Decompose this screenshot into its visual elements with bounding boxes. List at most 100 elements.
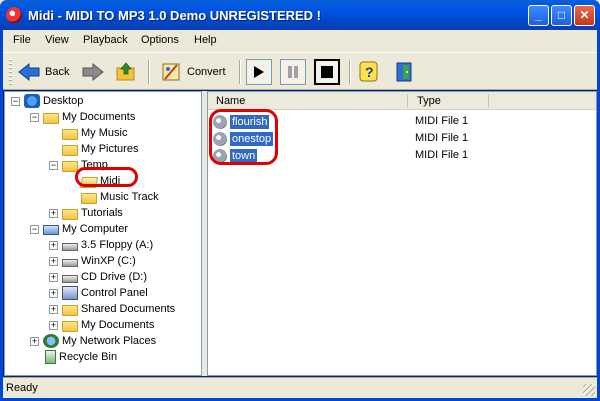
tree-item[interactable]: My Pictures [49,141,138,157]
convert-button[interactable]: Convert [159,59,226,85]
tree-item-label: Temp [81,159,108,171]
pause-button[interactable] [280,59,306,85]
tree-item[interactable]: + My Documents [49,317,154,333]
file-list[interactable]: Name Type flourish MIDI File 1 onestop MIDI… [207,91,597,376]
expand-icon[interactable]: + [49,288,58,298]
tree-item[interactable]: + Control Panel [49,285,148,301]
tree-item-label: CD Drive (D:) [81,271,147,283]
file-row[interactable]: town [213,148,258,164]
toolbar-separator [148,60,150,84]
collapse-icon[interactable]: − [30,224,39,234]
tree-item-label: Tutorials [81,207,123,219]
forward-button[interactable] [81,59,105,85]
recycle-bin-icon [45,350,56,364]
file-name: town [230,149,258,163]
toolbar-separator [349,60,351,84]
column-header-type[interactable]: Type [417,95,441,107]
convert-icon [162,63,180,81]
pictures-folder-icon [62,144,78,156]
tree-item[interactable]: My Music [49,125,127,141]
tree-item-label: Control Panel [81,287,148,299]
expand-icon[interactable]: + [49,304,58,314]
menu-view[interactable]: View [45,34,69,46]
toolbar-grip[interactable] [9,59,12,85]
convert-label: Convert [187,66,226,78]
expand-icon[interactable]: + [49,240,58,250]
file-row[interactable]: flourish [213,114,270,130]
app-window: Midi - MIDI TO MP3 1.0 Demo UNREGISTERED… [0,0,600,401]
file-type: MIDI File 1 [415,132,469,144]
folder-icon [81,192,97,204]
folder-open-icon [79,176,99,188]
play-button[interactable] [246,59,272,85]
expand-icon[interactable]: + [30,336,39,346]
tree-item[interactable]: − Temp [49,157,108,173]
tree-item[interactable]: Midi [68,173,120,189]
resize-grip[interactable] [583,384,595,396]
folder-icon [62,208,78,220]
folder-tree[interactable]: − Desktop − My Documents My Music My Pictures… [4,91,202,376]
collapse-icon[interactable]: − [11,96,20,106]
file-type: MIDI File 1 [415,115,469,127]
expand-icon[interactable]: + [49,272,58,282]
folder-icon [62,160,78,172]
column-divider[interactable] [488,94,489,108]
title-bar[interactable]: Midi - MIDI TO MP3 1.0 Demo UNREGISTERED… [0,0,600,30]
tree-item-label: Recycle Bin [59,351,118,363]
help-icon: ? [359,61,378,82]
list-header: Name Type [208,92,596,110]
tree-item[interactable]: + WinXP (C:) [49,253,136,269]
play-icon [254,66,264,78]
menu-file[interactable]: File [13,34,31,46]
tree-item[interactable]: Music Track [68,189,159,205]
back-button[interactable]: Back [17,59,69,85]
collapse-icon[interactable]: − [30,112,39,122]
midi-file-icon [213,132,227,146]
tree-item-label: Music Track [100,191,159,203]
tree-item-label: Desktop [43,95,84,107]
up-folder-button[interactable] [115,59,137,85]
up-folder-icon [116,62,135,81]
hard-drive-icon [62,259,78,267]
menu-help[interactable]: Help [194,34,217,46]
tree-item-label: WinXP (C:) [81,255,136,267]
minimize-button[interactable]: _ [528,5,549,26]
tree-item[interactable]: + My Network Places [30,333,156,349]
menu-options[interactable]: Options [141,34,179,46]
tree-item[interactable]: − Desktop [11,93,83,109]
expand-icon[interactable]: + [49,320,58,330]
column-divider[interactable] [407,94,408,108]
pause-icon [288,66,298,78]
file-name: onestop [230,132,274,146]
exit-button[interactable] [393,59,415,85]
forward-arrow-icon [82,62,104,82]
maximize-button[interactable]: □ [551,5,572,26]
tree-item[interactable]: + Shared Documents [49,301,175,317]
cd-drive-icon [62,275,78,283]
app-icon[interactable] [6,7,22,23]
tree-item-label: My Documents [81,319,155,331]
expand-icon[interactable]: + [49,256,58,266]
back-arrow-icon [18,62,40,82]
expand-icon[interactable]: + [49,208,58,218]
menu-playback[interactable]: Playback [83,34,128,46]
file-row[interactable]: onestop [213,131,274,147]
tree-item[interactable]: +3.5 Floppy (A:) [49,237,153,253]
tree-item[interactable]: + CD Drive (D:) [49,269,147,285]
back-label: Back [45,66,70,78]
file-name: flourish [230,115,270,129]
file-type: MIDI File 1 [415,149,469,161]
tree-item[interactable]: − My Documents [30,109,135,125]
desktop-icon [24,94,40,108]
tree-item[interactable]: + Tutorials [49,205,123,221]
tree-item[interactable]: Recycle Bin [30,349,117,365]
help-button[interactable]: ? [359,59,379,85]
tree-item[interactable]: − My Computer [30,221,128,237]
tree-item-label: Midi [100,175,121,187]
collapse-icon[interactable]: − [49,160,58,170]
close-button[interactable]: ✕ [574,5,595,26]
window-title: Midi - MIDI TO MP3 1.0 Demo UNREGISTERED… [28,8,322,23]
midi-file-icon [213,115,227,129]
stop-button[interactable] [314,59,340,85]
column-header-name[interactable]: Name [216,95,245,107]
